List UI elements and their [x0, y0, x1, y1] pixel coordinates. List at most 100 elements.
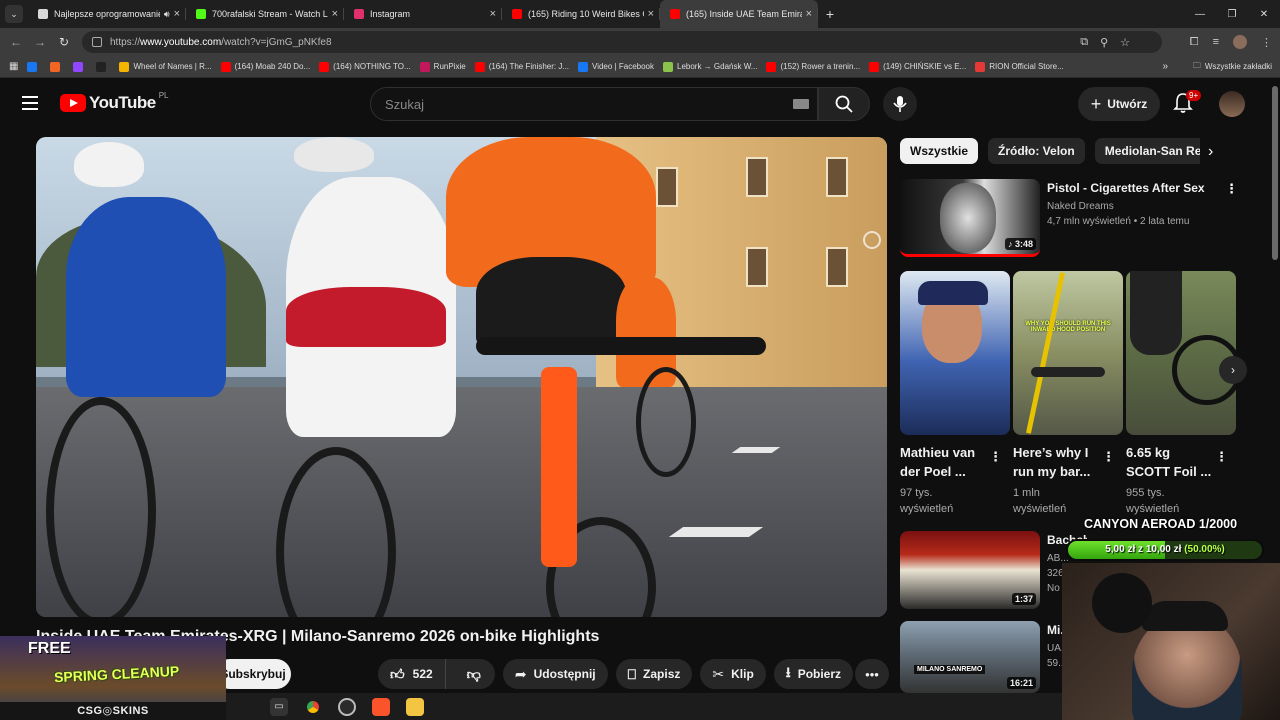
browser-tab-3[interactable]: (165) Riding 10 Weird Bikes On ×	[502, 0, 660, 28]
bookmark-item[interactable]: RunPixie	[419, 61, 466, 72]
short-title[interactable]: 6.65 kg SCOTT Foil ...	[1126, 443, 1214, 481]
close-icon[interactable]: ×	[490, 8, 496, 20]
voice-search-button[interactable]	[883, 87, 917, 121]
short-item[interactable]: Mathieu van der Poel ... 97 tys. wyświet…	[900, 271, 1010, 517]
short-title[interactable]: Here’s why I run my bar...	[1013, 443, 1101, 481]
menu-icon[interactable]: ⋮	[1261, 36, 1272, 49]
address-bar[interactable]: https://www.youtube.com/watch?v=jGmG_pNK…	[82, 31, 1162, 53]
browser-tab-2[interactable]: Instagram ×	[344, 0, 502, 28]
short-item[interactable]: 6.65 kg SCOTT Foil ... 955 tys. wyświetl…	[1126, 271, 1236, 517]
restore-icon[interactable]: ❐	[1216, 0, 1248, 28]
tab-search-button[interactable]: ⌄	[0, 0, 28, 28]
more-vertical-icon[interactable]: ⋮	[989, 449, 1002, 465]
site-info-icon[interactable]	[92, 37, 102, 47]
bookmark-item[interactable]: (164) Moab 240 Do...	[220, 61, 310, 72]
subscribe-button[interactable]: Subskrybuj	[215, 659, 291, 689]
back-icon[interactable]: ←	[4, 35, 28, 49]
chip-milano-sanremo[interactable]: Mediolan-San Remo	[1094, 138, 1200, 164]
recommendation-thumbnail[interactable]: 1:37	[900, 531, 1040, 609]
dislike-button[interactable]: 👎︎	[453, 659, 495, 689]
bookmark-item[interactable]: (152) Rower a trenin...	[766, 61, 860, 72]
recommendation-thumbnail[interactable]: ♪ 3:48	[900, 179, 1040, 257]
brave-icon[interactable]	[372, 697, 390, 716]
chrome-icon[interactable]	[304, 697, 322, 716]
short-views: 955 tys.	[1126, 487, 1165, 499]
player-indicator-icon[interactable]	[863, 231, 881, 249]
short-thumbnail[interactable]	[900, 271, 1010, 435]
recommendation-title[interactable]: Pistol - Cigarettes After Sex	[1047, 181, 1217, 195]
obs-icon[interactable]	[338, 697, 356, 716]
chevron-right-icon[interactable]: ›	[1208, 143, 1213, 161]
short-thumbnail[interactable]	[1126, 271, 1236, 435]
browser-tab-1[interactable]: 700rafalski Stream - Watch Live ×	[186, 0, 344, 28]
keyboard-icon[interactable]	[793, 99, 809, 109]
download-button[interactable]: ⭳ Pobierz	[773, 659, 854, 689]
all-bookmarks-button[interactable]: 🗀 Wszystkie zakładki	[1193, 60, 1272, 74]
search-button[interactable]	[818, 87, 870, 121]
short-thumbnail[interactable]: WHY YOU SHOULD RUN THIS INWARD HOOD POSI…	[1013, 271, 1123, 435]
new-tab-button[interactable]: +	[818, 6, 842, 22]
more-vertical-icon[interactable]: ⋮	[1215, 449, 1228, 465]
bookmark-item[interactable]: Video | Facebook	[578, 61, 654, 72]
share-button[interactable]: ➦ Udostępnij	[502, 659, 608, 689]
short-views: 1 mln	[1013, 487, 1040, 499]
bookmark-item[interactable]	[50, 61, 64, 72]
chip-source[interactable]: Źródło: Velon	[988, 138, 1085, 164]
video-player[interactable]	[36, 137, 887, 617]
bookmarks-more-button[interactable]: »	[1162, 61, 1168, 72]
recommendation-channel[interactable]: Naked Dreams	[1047, 201, 1217, 212]
bookmark-item[interactable]: Lebork → Gdańsk W...	[663, 61, 757, 72]
clip-button[interactable]: ✂ Klip	[700, 659, 766, 689]
short-item[interactable]: WHY YOU SHOULD RUN THIS INWARD HOOD POSI…	[1013, 271, 1123, 517]
bookmark-item[interactable]	[96, 61, 110, 72]
like-button[interactable]: 👍︎ 522	[378, 659, 446, 689]
browser-tab-0[interactable]: Najlepsze oprogramowanie 🔊︎ ×	[28, 0, 186, 28]
bookmark-item[interactable]	[27, 61, 41, 72]
recommendation-item[interactable]: ♪ 3:48 Pistol - Cigarettes After Sex Nak…	[900, 179, 1240, 259]
close-window-icon[interactable]: ✕	[1248, 0, 1280, 28]
bookmark-item[interactable]: RION Official Store...	[975, 61, 1064, 72]
promo-free: FREE	[28, 640, 71, 657]
create-button[interactable]: + Utwórz	[1078, 87, 1160, 121]
close-icon[interactable]: ×	[806, 8, 812, 20]
menu-hamburger-icon[interactable]	[22, 96, 38, 114]
extensions-icon[interactable]: ⧠	[1190, 36, 1199, 49]
media-icon[interactable]: ≡	[1213, 36, 1219, 48]
profile-avatar[interactable]	[1233, 35, 1247, 49]
folder-icon[interactable]	[406, 697, 424, 716]
short-views: 97 tys.	[900, 487, 933, 499]
close-icon[interactable]: ×	[648, 8, 654, 20]
bookmark-item[interactable]: (164) The Finisher: J...	[474, 61, 569, 72]
zoom-icon[interactable]: ⚲	[1100, 36, 1108, 49]
chip-all[interactable]: Wszystkie	[900, 138, 979, 164]
browser-tab-4[interactable]: (165) Inside UAE Team Emirates ×	[660, 0, 818, 28]
close-icon[interactable]: ×	[332, 8, 338, 20]
search-input[interactable]: Szukaj	[370, 87, 818, 121]
bookmark-star-icon[interactable]: ☆	[1120, 36, 1130, 49]
save-button[interactable]: ⎕ Zapisz	[615, 659, 693, 689]
bookmark-favicon-icon	[119, 61, 130, 72]
apps-icon[interactable]: ▦	[9, 61, 18, 72]
terminal-icon[interactable]: ▭	[270, 697, 288, 716]
account-avatar[interactable]	[1219, 91, 1245, 117]
bookmark-item[interactable]: (164) NOTHING TO...	[319, 61, 411, 72]
page-scrollbar[interactable]	[1272, 86, 1278, 260]
short-title[interactable]: Mathieu van der Poel ...	[900, 443, 988, 481]
reload-icon[interactable]: ↻	[52, 35, 76, 49]
speaker-icon[interactable]: 🔊︎	[164, 9, 170, 20]
bookmark-item[interactable]: (149) CHIŃSKIE vs E...	[869, 61, 966, 72]
more-actions-button[interactable]: •••	[855, 659, 889, 689]
shorts-next-button[interactable]: ›	[1219, 356, 1247, 384]
progress-current: 5,00 zł	[1105, 544, 1136, 555]
close-icon[interactable]: ×	[174, 8, 180, 20]
more-vertical-icon[interactable]: ⋮	[1225, 181, 1238, 197]
cast-icon[interactable]: ⧉	[1080, 36, 1088, 49]
minimize-icon[interactable]: —	[1184, 0, 1216, 28]
browser-toolbar: ← → ↻ https://www.youtube.com/watch?v=jG…	[0, 28, 1280, 56]
recommendation-thumbnail[interactable]: MILANO SANREMO 16:21	[900, 621, 1040, 693]
bookmark-item[interactable]: Wheel of Names | R...	[119, 61, 212, 72]
youtube-logo[interactable]: YouTube PL	[60, 91, 169, 113]
bookmark-item[interactable]	[73, 61, 87, 72]
more-vertical-icon[interactable]: ⋮	[1102, 449, 1115, 465]
forward-icon[interactable]: →	[28, 35, 52, 49]
